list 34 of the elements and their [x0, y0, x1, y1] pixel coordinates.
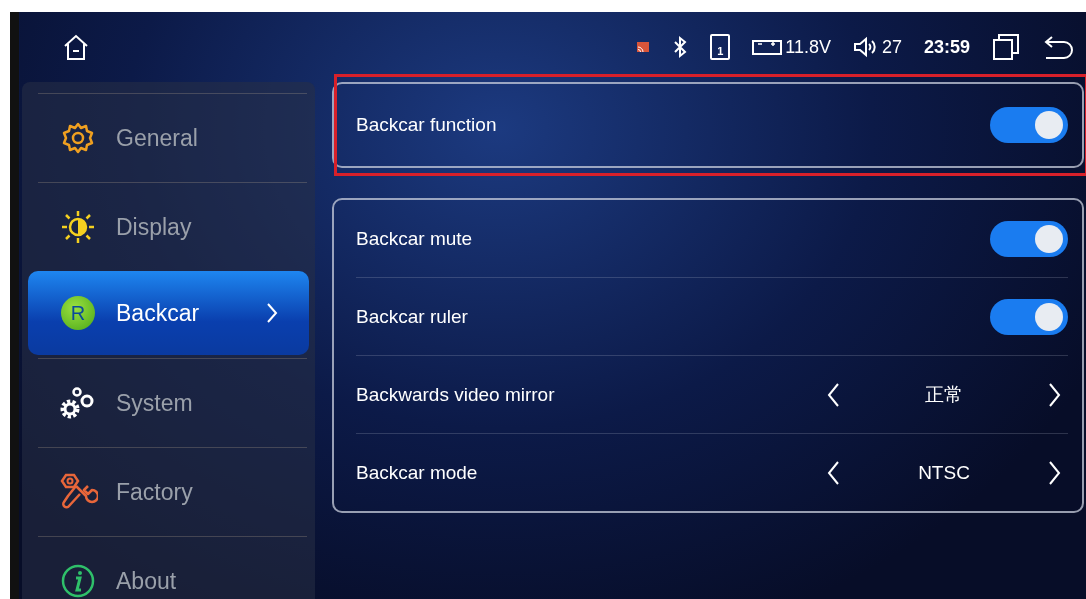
chevron-right-icon[interactable] [1048, 459, 1062, 486]
cast-icon [636, 41, 651, 53]
volume-level: 27 [881, 36, 902, 58]
setting-label: Backcar function [356, 114, 497, 136]
recent-apps-icon[interactable] [992, 33, 1020, 61]
chevron-left-icon[interactable] [826, 381, 840, 408]
menu-item[interactable]: About [38, 536, 307, 599]
setting-value: 正常 [925, 382, 963, 407]
info-icon [61, 564, 95, 598]
usb-number: 1 [717, 44, 724, 58]
menu-item[interactable]: R Backcar [28, 271, 309, 355]
setting-label: Backwards video mirror [356, 383, 555, 406]
reverse-badge-icon: R [61, 296, 95, 330]
toggle-switch[interactable] [990, 107, 1068, 143]
menu-item[interactable]: Factory [38, 447, 307, 536]
battery-icon [752, 38, 783, 56]
menu-item[interactable]: General [38, 93, 307, 182]
speaker-icon [852, 36, 879, 58]
toggle-switch[interactable] [990, 220, 1068, 257]
setting-value: NTSC [918, 461, 970, 484]
chevron-right-icon [265, 301, 279, 325]
gear-icon [61, 121, 95, 155]
clock-time: 23:59 [923, 36, 970, 58]
setting-label: Backcar mute [356, 227, 473, 250]
back-icon[interactable] [1042, 34, 1074, 60]
setting-label: Backcar mode [356, 461, 478, 484]
menu-item[interactable]: System [38, 358, 307, 447]
setting-label: Backcar ruler [356, 305, 468, 328]
voltage-reading: 11.8V [785, 36, 831, 58]
chevron-left-icon[interactable] [826, 459, 840, 486]
toggle-switch[interactable] [990, 298, 1068, 335]
chevron-right-icon[interactable] [1048, 381, 1062, 408]
sun-icon [60, 209, 96, 245]
bluetooth-icon [672, 35, 689, 59]
